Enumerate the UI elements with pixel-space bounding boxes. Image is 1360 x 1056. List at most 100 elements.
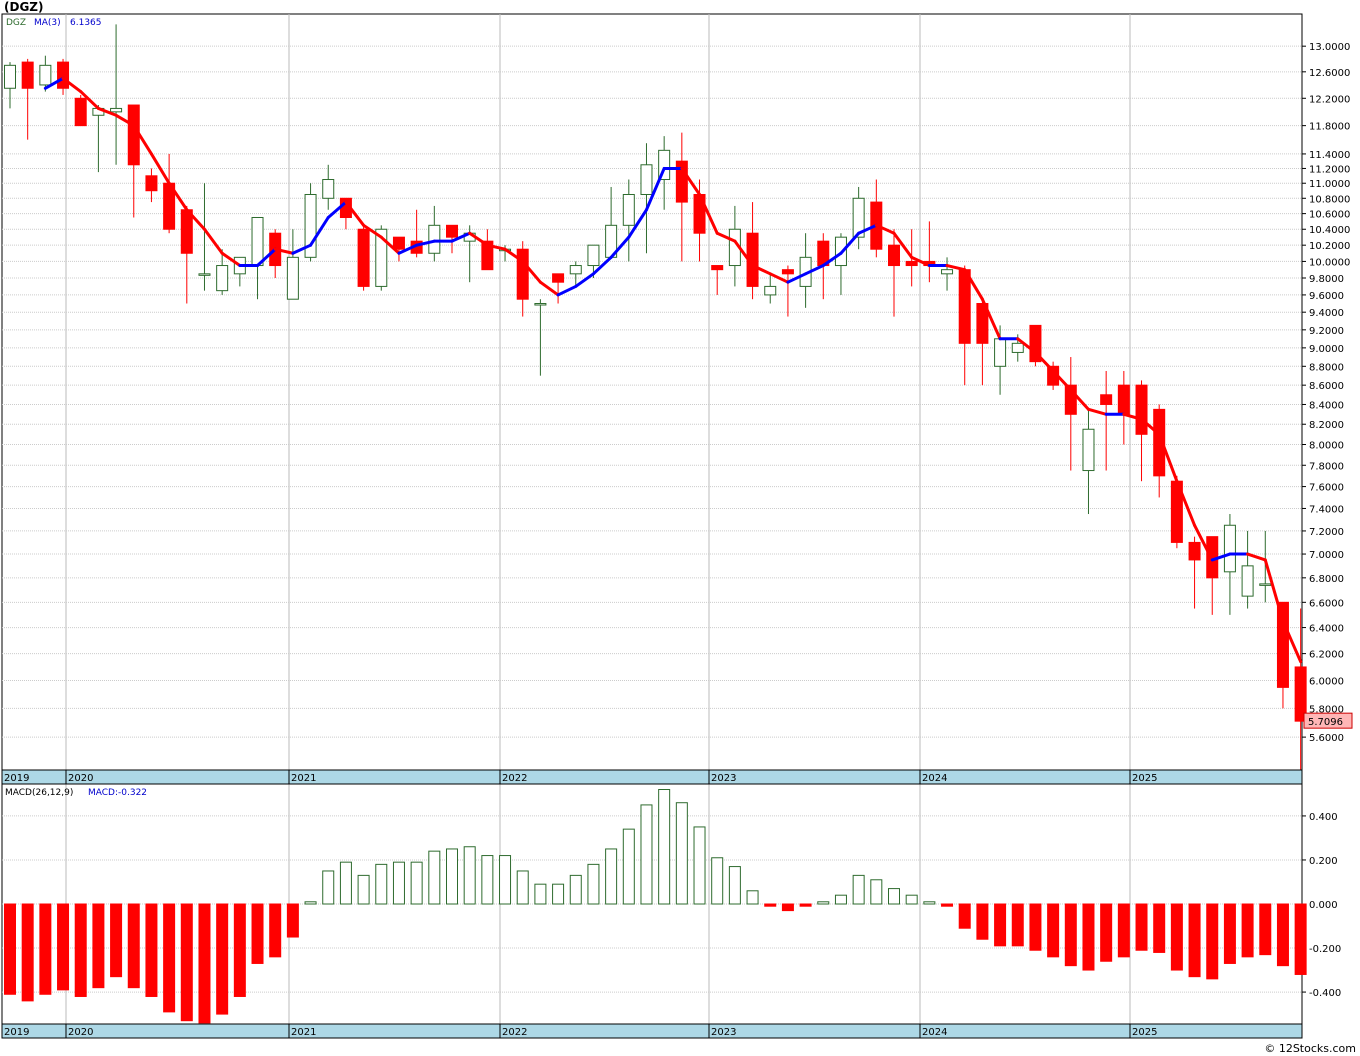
price-tick-label: 6.8000 bbox=[1309, 574, 1344, 585]
macd-bar-negative bbox=[110, 903, 123, 978]
macd-bar-positive bbox=[392, 861, 405, 905]
price-tick-label: 6.4000 bbox=[1309, 624, 1344, 635]
candle-down bbox=[357, 228, 370, 287]
price-tick-label: 6.0000 bbox=[1309, 677, 1344, 688]
macd-date-axis-label: 2020 bbox=[68, 1027, 93, 1038]
candle-up bbox=[1011, 342, 1024, 353]
candle-up bbox=[1223, 524, 1236, 573]
macd-bar-positive bbox=[852, 874, 865, 905]
macd-bar-positive bbox=[410, 861, 423, 905]
macd-bar-negative bbox=[941, 903, 954, 907]
candle-up bbox=[251, 216, 264, 267]
macd-bar-positive bbox=[605, 848, 618, 905]
macd-bar-positive bbox=[693, 826, 706, 905]
macd-bar-positive bbox=[746, 890, 759, 905]
price-tick-label: 8.0000 bbox=[1309, 440, 1344, 451]
macd-label: MACD(26,12,9) bbox=[5, 788, 73, 798]
candle-up bbox=[216, 265, 229, 292]
macd-bar-negative bbox=[1064, 903, 1077, 967]
macd-bar-negative bbox=[994, 903, 1007, 947]
macd-date-axis-label: 2019 bbox=[4, 1027, 29, 1038]
macd-bar-negative bbox=[1170, 903, 1183, 971]
macd-bar-negative bbox=[1135, 903, 1148, 951]
price-tick-label: 11.2000 bbox=[1309, 164, 1350, 175]
macd-bar-positive bbox=[499, 855, 512, 905]
macd-bar-positive bbox=[587, 863, 600, 905]
candle-up bbox=[39, 64, 52, 86]
macd-bar-negative bbox=[1259, 903, 1272, 956]
macd-bar-negative bbox=[269, 903, 282, 958]
macd-bar-positive bbox=[304, 901, 317, 905]
macd-tick-label: 0.400 bbox=[1309, 812, 1338, 823]
macd-bar-negative bbox=[764, 903, 777, 907]
macd-date-axis-label: 2021 bbox=[291, 1027, 316, 1038]
price-tick-label: 12.2000 bbox=[1309, 94, 1350, 105]
price-tick-label: 10.6000 bbox=[1309, 210, 1350, 221]
macd-bar-negative bbox=[74, 903, 87, 997]
candle-up bbox=[1082, 428, 1095, 472]
macd-bar-negative bbox=[1029, 903, 1042, 951]
price-tick-label: 8.6000 bbox=[1309, 381, 1344, 392]
macd-bar-positive bbox=[339, 861, 352, 905]
price-date-axis-label: 2021 bbox=[291, 773, 316, 784]
price-tick-label: 9.4000 bbox=[1309, 308, 1344, 319]
macd-bar-positive bbox=[322, 870, 335, 905]
macd-bar-positive bbox=[905, 894, 918, 905]
candle-up bbox=[941, 269, 954, 275]
price-tick-label: 9.0000 bbox=[1309, 344, 1344, 355]
macd-bar-negative bbox=[1276, 903, 1289, 967]
candle-up bbox=[4, 64, 16, 89]
candle-down bbox=[127, 104, 140, 166]
macd-bar-negative bbox=[1223, 903, 1236, 964]
price-date-axis-label: 2022 bbox=[502, 773, 527, 784]
candle-down bbox=[145, 175, 158, 192]
macd-bar-negative bbox=[127, 903, 140, 989]
macd-bar-negative bbox=[1206, 903, 1219, 980]
macd-date-axis-label: 2024 bbox=[922, 1027, 947, 1038]
candle-down bbox=[711, 265, 724, 271]
price-tick-label: 8.2000 bbox=[1309, 420, 1344, 431]
candle-up bbox=[622, 193, 635, 226]
price-tick-label: 6.2000 bbox=[1309, 650, 1344, 661]
candle-down bbox=[57, 61, 70, 89]
price-ticker-label: DGZ bbox=[6, 18, 26, 28]
candle-down bbox=[1188, 541, 1201, 561]
macd-bar-positive bbox=[569, 874, 582, 905]
candle-up bbox=[1259, 583, 1272, 586]
macd-bar-positive bbox=[728, 866, 741, 905]
macd-bar-positive bbox=[658, 789, 671, 905]
price-panel-frame bbox=[1, 13, 1303, 771]
price-tick-label: 6.6000 bbox=[1309, 598, 1344, 609]
macd-bar-negative bbox=[1294, 903, 1307, 975]
price-tick-label: 5.6000 bbox=[1309, 733, 1344, 744]
macd-bar-negative bbox=[92, 903, 105, 989]
price-date-axis-band bbox=[1, 769, 1303, 785]
macd-bar-positive bbox=[817, 901, 830, 905]
macd-bar-positive bbox=[640, 804, 653, 905]
price-tick-label: 12.6000 bbox=[1309, 68, 1350, 79]
macd-bar-negative bbox=[145, 903, 158, 997]
macd-bar-negative bbox=[163, 903, 176, 1013]
candle-up bbox=[286, 256, 299, 300]
macd-bar-positive bbox=[552, 883, 565, 905]
macd-bar-negative bbox=[39, 903, 52, 995]
price-ma-value: 6.1365 bbox=[70, 18, 102, 28]
macd-tick-label: 0.000 bbox=[1309, 900, 1338, 911]
price-tick-label: 9.8000 bbox=[1309, 274, 1344, 285]
macd-bar-negative bbox=[1117, 903, 1130, 958]
last-price-label: 5.7096 bbox=[1308, 717, 1343, 728]
macd-bar-negative bbox=[57, 903, 70, 991]
candle-down bbox=[516, 248, 529, 300]
macd-tick-label: -0.200 bbox=[1309, 944, 1341, 955]
price-tick-label: 11.4000 bbox=[1309, 150, 1350, 161]
macd-bar-negative bbox=[251, 903, 264, 964]
price-tick-label: 9.2000 bbox=[1309, 326, 1344, 337]
macd-bar-negative bbox=[1188, 903, 1201, 978]
candle-up bbox=[994, 338, 1007, 367]
macd-value-label: MACD:-0.322 bbox=[88, 788, 147, 798]
footer-credit: © 12Stocks.com bbox=[1264, 1042, 1356, 1055]
price-tick-label: 11.8000 bbox=[1309, 122, 1350, 133]
macd-bar-negative bbox=[233, 903, 246, 997]
candle-down bbox=[392, 236, 405, 250]
price-date-axis-label: 2025 bbox=[1132, 773, 1157, 784]
